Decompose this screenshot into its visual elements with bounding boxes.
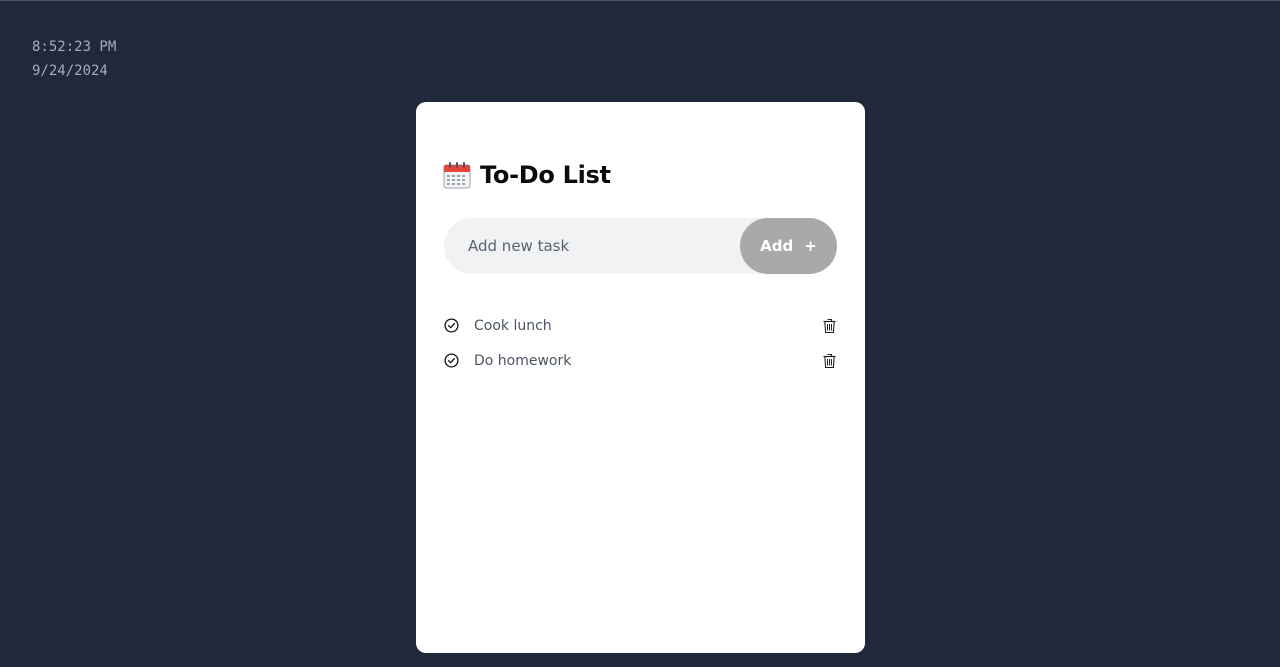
add-task-button[interactable]: Add + [740,218,837,274]
calendar-icon [443,162,471,189]
title-row: To-Do List [443,159,611,191]
task-item: Cook lunch [444,308,837,343]
clock-time: 8:52:23 PM [32,39,117,55]
trash-icon[interactable] [822,353,837,369]
page-title: To-Do List [480,161,611,189]
todo-card: To-Do List Add + Cook lunch [416,102,865,653]
new-task-input[interactable] [444,218,740,274]
check-circle-icon[interactable] [444,353,459,368]
plus-icon: + [804,237,817,255]
add-task-row: Add + [444,218,837,274]
clock: 8:52:23 PM 9/24/2024 [32,35,116,83]
add-button-label: Add [760,237,794,255]
trash-icon[interactable] [822,318,837,334]
task-text[interactable]: Do homework [474,353,571,369]
task-list: Cook lunch Do homework [444,308,837,378]
task-text[interactable]: Cook lunch [474,318,552,334]
task-item: Do homework [444,343,837,378]
check-circle-icon[interactable] [444,318,459,333]
clock-date: 9/24/2024 [32,63,108,79]
